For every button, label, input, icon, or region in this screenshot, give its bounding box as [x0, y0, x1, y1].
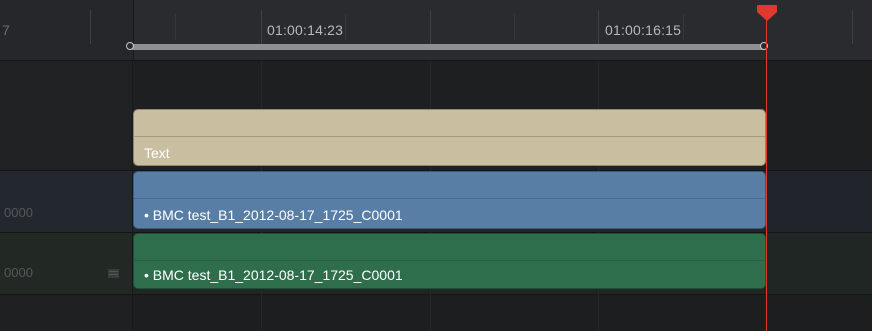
audio-clip[interactable]: • BMC test_B1_2012-08-17_1725_C0001: [133, 233, 766, 289]
clip-divider: [134, 136, 765, 137]
ruler-tick: [514, 14, 515, 40]
track-header-v1[interactable]: 0000: [0, 170, 133, 232]
clip-label: • BMC test_B1_2012-08-17_1725_C0001: [144, 207, 403, 223]
playhead-line[interactable]: [766, 16, 767, 331]
track-number: 0000: [4, 205, 33, 220]
ruler-tick: [683, 14, 684, 40]
track-row-empty: [0, 294, 872, 331]
track-lock-icon[interactable]: [108, 269, 119, 278]
zoom-range-bar[interactable]: [130, 44, 766, 50]
ruler-tick: [430, 10, 431, 44]
ruler-tick: [175, 14, 176, 40]
ruler-tick: [852, 10, 853, 44]
clip-label: • BMC test_B1_2012-08-17_1725_C0001: [144, 267, 403, 283]
timecode-label: 7: [2, 22, 10, 38]
ruler-tick: [90, 10, 91, 44]
ruler-tick: [261, 10, 262, 44]
track-divider: [0, 294, 872, 295]
text-clip[interactable]: Text: [133, 109, 766, 166]
ruler-tick: [345, 14, 346, 40]
timecode-ruler[interactable]: 7 01:00:14:23 01:00:16:15: [0, 0, 872, 61]
video-clip[interactable]: • BMC test_B1_2012-08-17_1725_C0001: [133, 171, 766, 229]
ruler-tick: [598, 10, 599, 44]
track-header-empty: [0, 294, 133, 331]
playhead-marker-icon[interactable]: [756, 4, 778, 22]
clip-divider: [134, 198, 765, 199]
timeline-viewer: 0000 0000 Text • BMC test_B1_2012-08-17_…: [0, 0, 872, 331]
range-start-handle[interactable]: [126, 42, 134, 50]
clip-divider: [134, 260, 765, 261]
timecode-label: 01:00:14:23: [267, 22, 344, 38]
track-header-v2[interactable]: [0, 60, 133, 170]
ruler-header: 7: [0, 0, 134, 60]
timecode-label: 01:00:16:15: [605, 22, 682, 38]
track-number: 0000: [4, 265, 33, 280]
track-header-a1[interactable]: 0000: [0, 232, 133, 294]
clip-label: Text: [144, 145, 170, 161]
